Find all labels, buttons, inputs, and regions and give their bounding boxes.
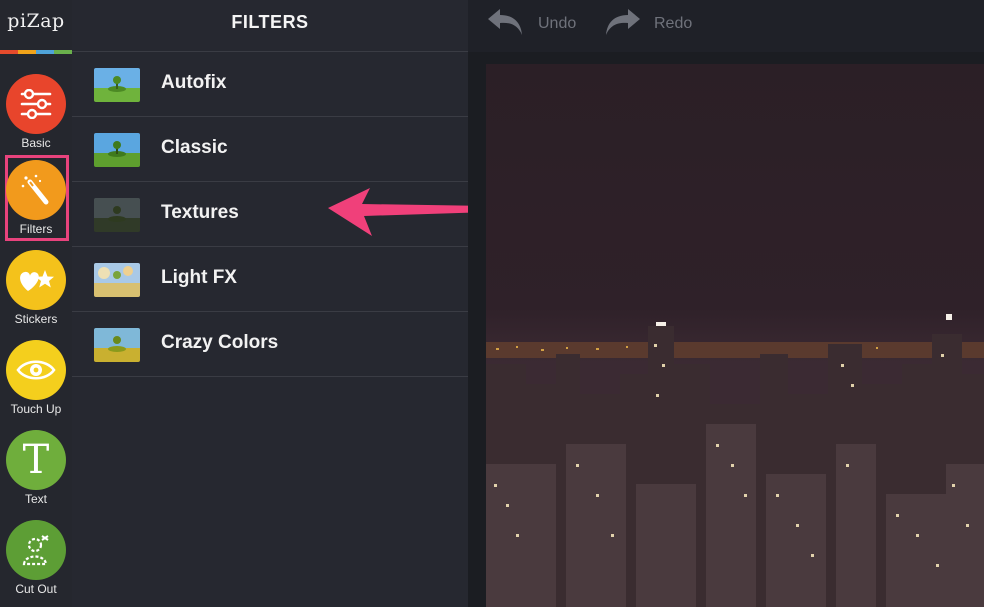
tool-basic[interactable]: Basic — [0, 70, 72, 156]
sliders-icon — [6, 74, 66, 134]
redo-icon — [602, 5, 642, 44]
filter-item-crazy-colors[interactable]: Crazy Colors — [72, 312, 468, 377]
tool-cut-out[interactable]: Cut Out — [0, 516, 72, 602]
magic-wand-icon — [6, 160, 66, 220]
filter-thumbnail — [94, 133, 140, 167]
filter-label: Classic — [161, 137, 228, 158]
tool-label: Text — [24, 492, 47, 506]
photo-canvas[interactable] — [486, 64, 984, 607]
tool-label: Stickers — [14, 312, 58, 326]
tool-label: Touch Up — [10, 402, 62, 416]
undo-button[interactable]: Undo — [486, 6, 576, 42]
filter-thumbnail — [94, 263, 140, 297]
top-toolbar: Undo Redo — [468, 0, 984, 52]
text-t-icon: T — [6, 430, 66, 490]
cutout-icon — [6, 520, 66, 580]
undo-label: Undo — [538, 15, 577, 32]
stickers-icon — [6, 250, 66, 310]
redo-label: Redo — [654, 15, 693, 32]
tool-label: Cut Out — [15, 582, 57, 596]
tool-stickers[interactable]: Stickers — [0, 246, 72, 332]
undo-icon — [486, 5, 526, 44]
filter-label: Autofix — [161, 72, 227, 93]
canvas-area — [468, 52, 984, 607]
filter-item-autofix[interactable]: Autofix — [72, 52, 468, 117]
tool-filters[interactable]: Filters — [0, 155, 72, 242]
filter-item-light-fx[interactable]: Light FX — [72, 247, 468, 312]
filter-label: Crazy Colors — [161, 332, 279, 353]
filter-item-classic[interactable]: Classic — [72, 117, 468, 182]
filters-panel: FILTERS Autofix Classic Textures Light F… — [72, 0, 490, 607]
logo-color-bar — [0, 50, 72, 54]
app-logo: piZap — [7, 10, 65, 32]
redo-button[interactable]: Redo — [602, 6, 692, 42]
filter-label: Light FX — [161, 267, 237, 288]
filter-thumbnail — [94, 68, 140, 102]
filter-label: Textures — [161, 202, 239, 223]
filter-thumbnail — [94, 328, 140, 362]
tool-text[interactable]: T Text — [0, 426, 72, 512]
tool-label: Basic — [21, 136, 51, 150]
panel-title: FILTERS — [72, 0, 468, 52]
eye-icon — [6, 340, 66, 400]
tool-rail: piZap Basic Filters Stickers Touch Up T … — [0, 0, 72, 607]
filter-thumbnail — [94, 198, 140, 232]
tool-touch-up[interactable]: Touch Up — [0, 336, 72, 422]
tool-label: Filters — [19, 222, 53, 236]
